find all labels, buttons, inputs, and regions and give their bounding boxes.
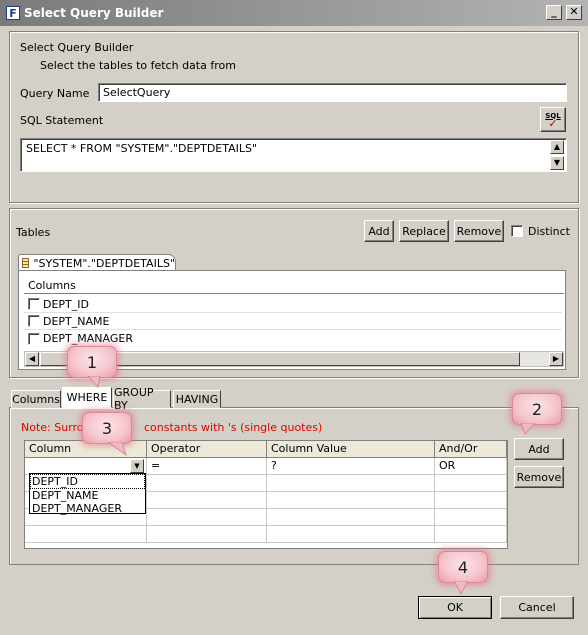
table-icon — [22, 258, 30, 268]
cancel-button[interactable]: Cancel — [500, 596, 574, 619]
callout-pointer — [520, 423, 536, 435]
columns-header: Columns — [24, 279, 564, 294]
callout-badge: 1 — [67, 346, 117, 378]
app-icon: F — [6, 6, 20, 20]
window-title: Select Query Builder — [24, 6, 164, 20]
column-checkbox[interactable] — [28, 315, 40, 327]
empty-cell — [147, 492, 267, 509]
where-value-cell[interactable]: ? — [267, 458, 435, 475]
chevron-down-icon[interactable]: ▼ — [130, 459, 144, 473]
tab-where[interactable]: WHERE — [62, 387, 112, 408]
callout-badge: 3 — [82, 412, 132, 444]
column-name: DEPT_MANAGER — [43, 332, 133, 345]
ok-button[interactable]: OK — [418, 596, 492, 619]
scroll-right-icon[interactable]: ▶ — [549, 352, 563, 366]
sql-validate-button[interactable]: SQL ✓ — [540, 107, 566, 132]
remove-table-button[interactable]: Remove — [454, 220, 504, 242]
empty-cell — [267, 509, 435, 526]
callout-number: 3 — [101, 418, 113, 438]
callout-pointer — [108, 442, 127, 456]
empty-cell — [435, 492, 507, 509]
empty-cell — [147, 475, 267, 492]
operator-header: Operator — [147, 441, 267, 458]
empty-cell — [147, 509, 267, 526]
title-bar: F Select Query Builder _ ✕ — [0, 0, 588, 26]
callout-pointer — [87, 376, 101, 388]
note-text-start: Note: Surrou — [21, 421, 91, 434]
column-checkbox[interactable] — [28, 332, 40, 345]
empty-cell — [435, 475, 507, 492]
dropdown-option[interactable]: DEPT_NAME — [30, 489, 145, 502]
column-name: DEPT_ID — [43, 297, 89, 311]
empty-cell — [435, 509, 507, 526]
empty-cell — [267, 475, 435, 492]
sql-scroll-down-icon[interactable]: ▼ — [550, 156, 564, 170]
dialog-subheading: Select the tables to fetch data from — [40, 59, 236, 72]
sql-scroll-up-icon[interactable]: ▲ — [550, 140, 564, 154]
empty-cell — [435, 526, 507, 543]
column-name: DEPT_NAME — [43, 314, 110, 328]
where-andor-cell[interactable]: OR — [435, 458, 507, 475]
callout-pointer — [453, 581, 469, 595]
query-name-input[interactable]: SelectQuery — [98, 83, 567, 102]
dialog-heading: Select Query Builder — [20, 41, 134, 54]
callout-number: 2 — [531, 399, 543, 419]
list-item[interactable]: DEPT_MANAGER — [24, 330, 562, 347]
note-text-end: constants with 's (single quotes) — [144, 421, 323, 434]
query-name-label: Query Name — [20, 87, 90, 100]
dropdown-option[interactable]: DEPT_MANAGER — [30, 502, 145, 515]
distinct-checkbox[interactable] — [511, 225, 523, 237]
add-table-button[interactable]: Add — [364, 220, 394, 242]
sql-statement-value: SELECT * FROM "SYSTEM"."DEPTDETAILS" — [26, 142, 258, 155]
empty-cell — [25, 526, 147, 543]
list-item[interactable]: DEPT_ID — [24, 296, 562, 313]
where-operator-cell[interactable]: = — [147, 458, 267, 475]
callout-badge: 2 — [512, 393, 562, 425]
column-dropdown-list: DEPT_ID DEPT_NAME DEPT_MANAGER — [29, 473, 146, 515]
sql-statement-textarea[interactable]: SELECT * FROM "SYSTEM"."DEPTDETAILS" — [20, 138, 567, 172]
empty-cell — [147, 526, 267, 543]
tab-having[interactable]: HAVING — [173, 390, 221, 408]
list-item[interactable]: DEPT_NAME — [24, 313, 562, 330]
empty-cell — [267, 526, 435, 543]
column-value-header: Column Value — [267, 441, 435, 458]
distinct-label: Distinct — [528, 225, 570, 238]
tables-label: Tables — [16, 226, 51, 239]
minimize-button[interactable]: _ — [546, 5, 562, 20]
empty-cell — [267, 492, 435, 509]
tab-group-by[interactable]: GROUP BY — [113, 386, 171, 412]
replace-table-button[interactable]: Replace — [399, 220, 449, 242]
table-tab-label: "SYSTEM"."DEPTDETAILS" — [33, 256, 175, 270]
dropdown-option[interactable]: DEPT_ID — [30, 474, 145, 489]
query-name-value: SelectQuery — [103, 86, 171, 99]
callout-badge: 4 — [438, 551, 488, 583]
sql-statement-label: SQL Statement — [20, 114, 104, 127]
add-condition-button[interactable]: Add — [514, 438, 564, 460]
scroll-left-icon[interactable]: ◀ — [25, 352, 39, 366]
checkmark-icon: ✓ — [548, 116, 558, 130]
column-checkbox[interactable] — [28, 298, 40, 310]
callout-number: 4 — [457, 557, 469, 577]
table-tab[interactable]: "SYSTEM"."DEPTDETAILS" — [18, 254, 176, 271]
and-or-header: And/Or — [435, 441, 507, 458]
remove-condition-button[interactable]: Remove — [514, 466, 564, 488]
callout-number: 1 — [86, 352, 98, 372]
tab-columns[interactable]: Columns — [11, 390, 61, 408]
close-icon[interactable]: ✕ — [566, 5, 582, 20]
